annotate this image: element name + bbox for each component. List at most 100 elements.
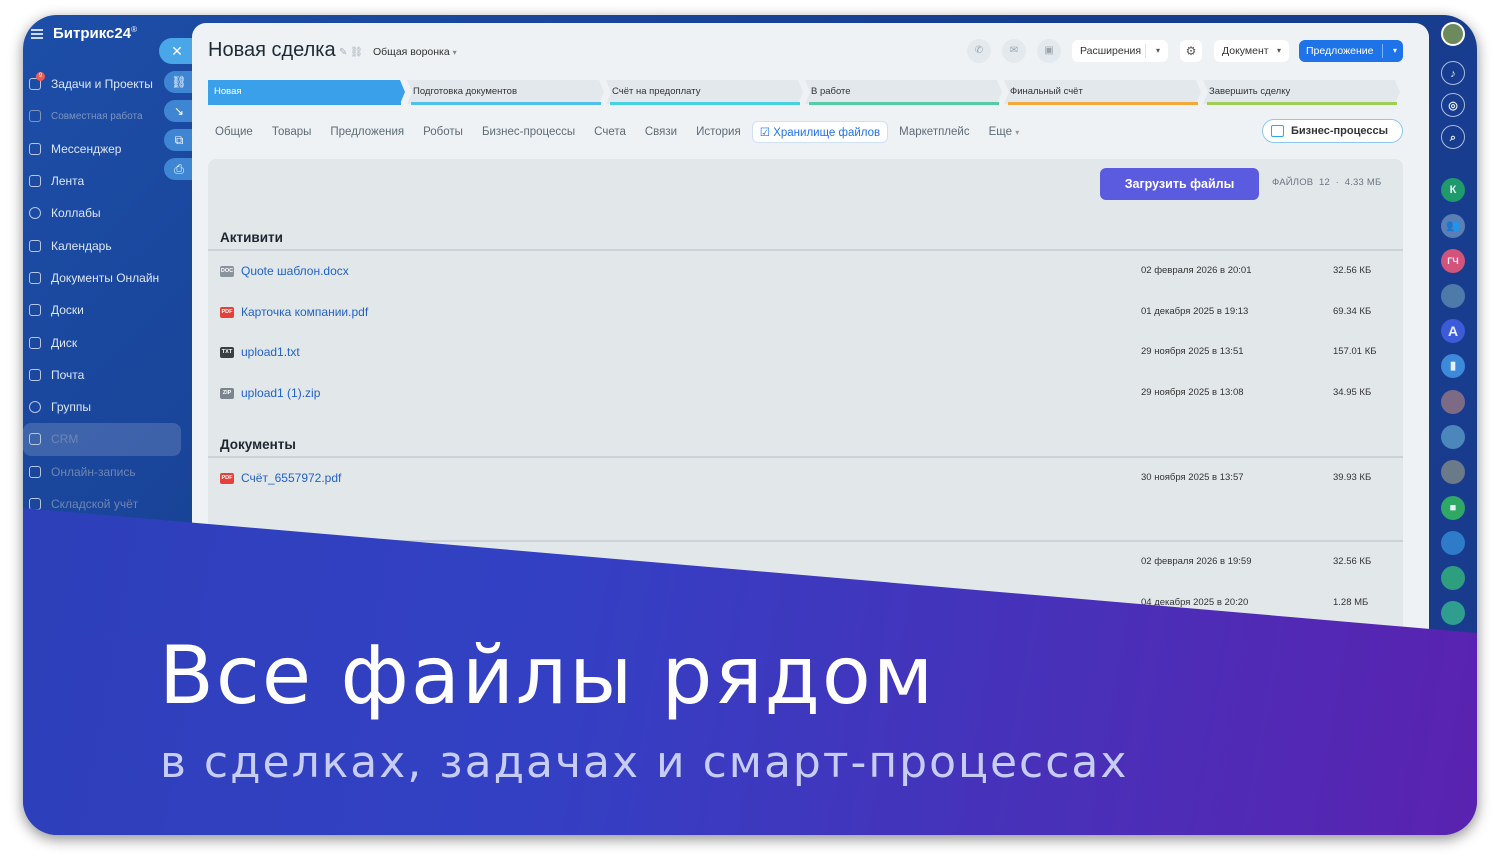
- file-name-link[interactable]: Счёт_6557972.pdf: [241, 471, 341, 485]
- rail-avatar-a[interactable]: A: [1441, 319, 1465, 343]
- logo[interactable]: Битрикс24®: [53, 25, 137, 42]
- tab-label: Еще: [988, 126, 1012, 138]
- sidebar-item-collabs[interactable]: Коллабы: [23, 197, 193, 229]
- file-row[interactable]: ZIP upload1 (1).zip 29 ноября 2025 в 13:…: [220, 384, 1390, 404]
- sidebar-item-label: Почта: [51, 367, 85, 382]
- rail-avatar-gch[interactable]: ГЧ: [1441, 249, 1465, 273]
- close-slider-button[interactable]: ✕: [159, 38, 195, 64]
- sidebar-item-mail[interactable]: Почта: [23, 359, 193, 391]
- tab-label: Хранилище файлов: [773, 127, 881, 139]
- booking-icon: [29, 465, 41, 478]
- file-name-link[interactable]: Карточка компании.pdf: [241, 305, 368, 319]
- files-label: ФАЙЛОВ: [1272, 177, 1314, 188]
- tab-offers[interactable]: Предложения: [330, 126, 404, 138]
- funnel-selector[interactable]: Общая воронка ▾: [373, 46, 457, 58]
- pdf-file-icon: PDF: [220, 307, 234, 318]
- tab-more[interactable]: Еще ▾: [989, 126, 1020, 138]
- file-row[interactable]: DOC Quote шаблон.docx 02 февраля 2026 в …: [220, 262, 1390, 282]
- contact-avatar-icon[interactable]: [1441, 390, 1465, 414]
- chat-icon[interactable]: [1441, 601, 1465, 625]
- rail-avatar-k[interactable]: К: [1441, 178, 1465, 202]
- tab-history[interactable]: История: [696, 126, 741, 138]
- tab-invoices[interactable]: Счета: [594, 126, 626, 138]
- collab-icon: [29, 110, 41, 123]
- sidebar-item-label: Совместная работа: [51, 110, 143, 122]
- gear-icon[interactable]: ⚙: [1180, 40, 1202, 62]
- file-name-link[interactable]: Quote шаблон.docx: [241, 264, 349, 278]
- file-name-link[interactable]: upload1.txt: [241, 345, 300, 359]
- sidebar-item-groups[interactable]: Группы: [23, 391, 193, 423]
- sidebar-item-label: Мессенджер: [51, 141, 122, 156]
- extensions-label: Расширения: [1080, 45, 1142, 57]
- file-size: 1.28 МБ: [1333, 597, 1369, 608]
- print-button[interactable]: ⎙: [164, 158, 194, 180]
- notes-icon[interactable]: [1441, 566, 1465, 590]
- file-size: 32.56 КБ: [1333, 265, 1372, 276]
- envelope-icon[interactable]: ✉: [1002, 39, 1026, 63]
- bookmark-icon[interactable]: ▮: [1441, 354, 1465, 378]
- bot-icon[interactable]: [1441, 531, 1465, 555]
- offer-button[interactable]: Предложение ▾: [1299, 40, 1403, 62]
- sidebar-item-boards[interactable]: Доски: [23, 294, 193, 326]
- bell-icon[interactable]: ♪: [1441, 61, 1465, 85]
- sidebar-item-disk[interactable]: Диск: [23, 326, 193, 358]
- tab-links[interactable]: Связи: [645, 126, 677, 138]
- notification-badge: 9: [36, 72, 45, 81]
- file-row[interactable]: PDF Счёт_6557972.pdf 30 ноября 2025 в 13…: [220, 469, 1390, 489]
- tab-products[interactable]: Товары: [272, 126, 312, 138]
- stage-new[interactable]: Новая: [208, 80, 405, 104]
- upload-files-button[interactable]: Загрузить файлы: [1100, 168, 1259, 200]
- stage-close-deal[interactable]: Завершить сделку: [1203, 80, 1400, 104]
- extensions-dropdown[interactable]: Расширения ▾: [1072, 40, 1168, 62]
- video-call-icon[interactable]: ■: [1441, 496, 1465, 520]
- menu-icon[interactable]: [31, 28, 43, 39]
- business-processes-button[interactable]: Бизнес-процессы: [1262, 119, 1403, 143]
- stage-line-close: [1207, 102, 1397, 105]
- section-divider: [208, 249, 1403, 251]
- message-icon[interactable]: ▣: [1037, 39, 1061, 63]
- document-dropdown[interactable]: Документ ▾: [1214, 40, 1289, 62]
- stage-line-documents: [411, 102, 601, 105]
- file-row[interactable]: PDF Карточка компании.pdf 01 декабря 202…: [220, 303, 1390, 323]
- sidebar-item-documents[interactable]: Документы Онлайн: [23, 262, 193, 294]
- files-total-size: 4.33 МБ: [1344, 177, 1382, 188]
- sidebar-item-crm[interactable]: CRM: [23, 423, 181, 456]
- phone-icon[interactable]: ✆: [967, 39, 991, 63]
- user-avatar[interactable]: [1441, 22, 1465, 46]
- minimize-button[interactable]: ↘: [164, 100, 194, 122]
- stage-documents[interactable]: Подготовка документов: [407, 80, 604, 104]
- logo-mark: ®: [131, 25, 137, 34]
- banner-subtitle: в сделках, задачах и смарт-процессах: [160, 737, 1129, 788]
- checkbox-icon: ☑: [759, 127, 771, 139]
- stage-in-progress[interactable]: В работе: [805, 80, 1002, 104]
- group-chat-icon[interactable]: 👥: [1441, 214, 1465, 238]
- sidebar-item-label: Онлайн-запись: [51, 464, 136, 479]
- stage-label: Завершить сделку: [1209, 86, 1291, 97]
- stage-prepay-invoice[interactable]: Счёт на предоплату: [606, 80, 803, 104]
- funnel-label: Общая воронка: [373, 46, 450, 58]
- file-date: 02 февраля 2026 в 20:01: [1141, 265, 1252, 276]
- sidebar-item-booking[interactable]: Онлайн-запись: [23, 456, 193, 488]
- edit-title-icon[interactable]: ✎ ⛓: [339, 47, 363, 58]
- documents-icon: [29, 271, 41, 284]
- tab-business-processes[interactable]: Бизнес-процессы: [482, 126, 575, 138]
- tab-file-storage[interactable]: ☑ Хранилище файлов: [751, 121, 889, 143]
- file-name-link[interactable]: upload1 (1).zip: [241, 386, 320, 400]
- sidebar-item-label: Доски: [51, 303, 84, 318]
- search-icon[interactable]: ⌕: [1441, 125, 1465, 149]
- sidebar-item-calendar[interactable]: Календарь: [23, 229, 193, 261]
- file-size: 34.95 КБ: [1333, 387, 1372, 398]
- tab-general[interactable]: Общие: [215, 126, 253, 138]
- groups-icon: [29, 401, 41, 414]
- stage-final-invoice[interactable]: Финальный счёт: [1004, 80, 1201, 104]
- sidebar-item-label: Коллабы: [51, 206, 101, 221]
- chat-avatar-icon[interactable]: [1441, 284, 1465, 308]
- channel-icon[interactable]: [1441, 425, 1465, 449]
- contact-avatar-icon-2[interactable]: [1441, 460, 1465, 484]
- copy-link-button[interactable]: ⛓: [164, 71, 194, 93]
- file-row[interactable]: TXT upload1.txt 29 ноября 2025 в 13:51 1…: [220, 343, 1390, 363]
- tab-marketplace[interactable]: Маркетплейс: [899, 126, 969, 138]
- tab-robots[interactable]: Роботы: [423, 126, 463, 138]
- copilot-icon[interactable]: ◎: [1441, 93, 1465, 117]
- open-new-window-button[interactable]: ⧉: [164, 129, 194, 151]
